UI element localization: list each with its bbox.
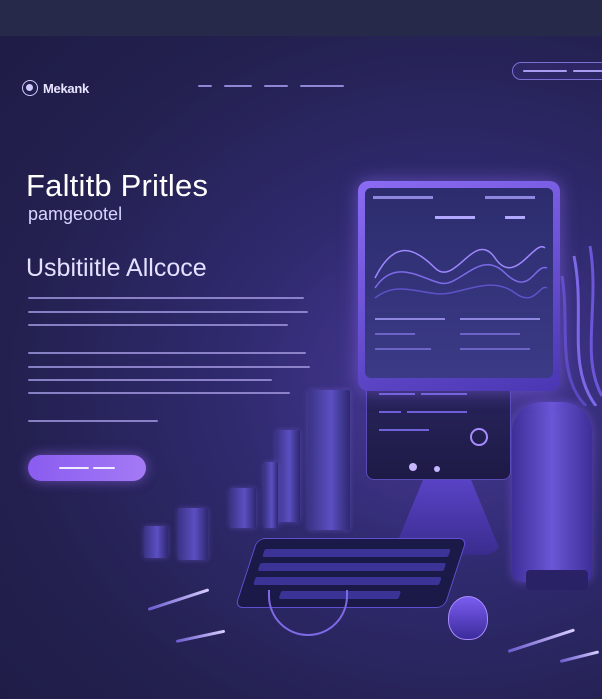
paragraph-line [28,324,288,326]
logo-text: Mekank [43,80,89,96]
paragraph-line [28,297,304,299]
outlined-pill-button[interactable] [512,62,602,80]
nav-link-2[interactable] [224,85,252,87]
pill-label-2 [573,70,602,72]
cta-label-1 [59,467,89,469]
power-button-icon [470,428,488,446]
paragraph-line [28,352,306,354]
pen-illustration [507,628,576,653]
cable-tendrils-illustration [560,245,602,406]
tower-building [144,526,168,558]
mouse-illustration [448,596,488,640]
nav-link-4[interactable] [300,85,344,87]
primary-cta-button[interactable] [28,455,146,481]
hero-title: Faltitb Pritles [26,168,209,203]
pen-illustration [147,588,210,611]
pen-illustration [559,650,600,663]
nav-link-1[interactable] [198,85,212,87]
cta-label-2 [93,467,115,469]
monitor-screen [365,188,553,378]
tower-building [230,488,256,528]
speaker-base [526,570,588,590]
mouse-cable [268,590,348,636]
tower-building [308,390,350,530]
hero-subline: pamgeootel [28,204,123,224]
nav-link-3[interactable] [264,85,288,87]
tower-building [276,430,300,522]
top-nav [198,85,344,87]
paragraph-line [28,366,310,368]
tower-building [178,508,208,560]
pen-illustration [175,629,226,643]
logo[interactable]: Mekank [22,80,89,96]
hero-subtitle: Usbitiitle Allcoce [26,254,207,282]
paragraph-line [28,311,308,313]
paragraph-line [28,392,290,394]
paragraph-line [28,420,158,422]
circle-logo-icon [22,80,38,96]
paragraph-line [28,379,272,381]
speaker-illustration [512,402,592,582]
monitor-illustration [358,181,560,391]
tower-building [264,462,278,528]
pill-label-1 [523,70,567,72]
top-band [0,0,602,36]
